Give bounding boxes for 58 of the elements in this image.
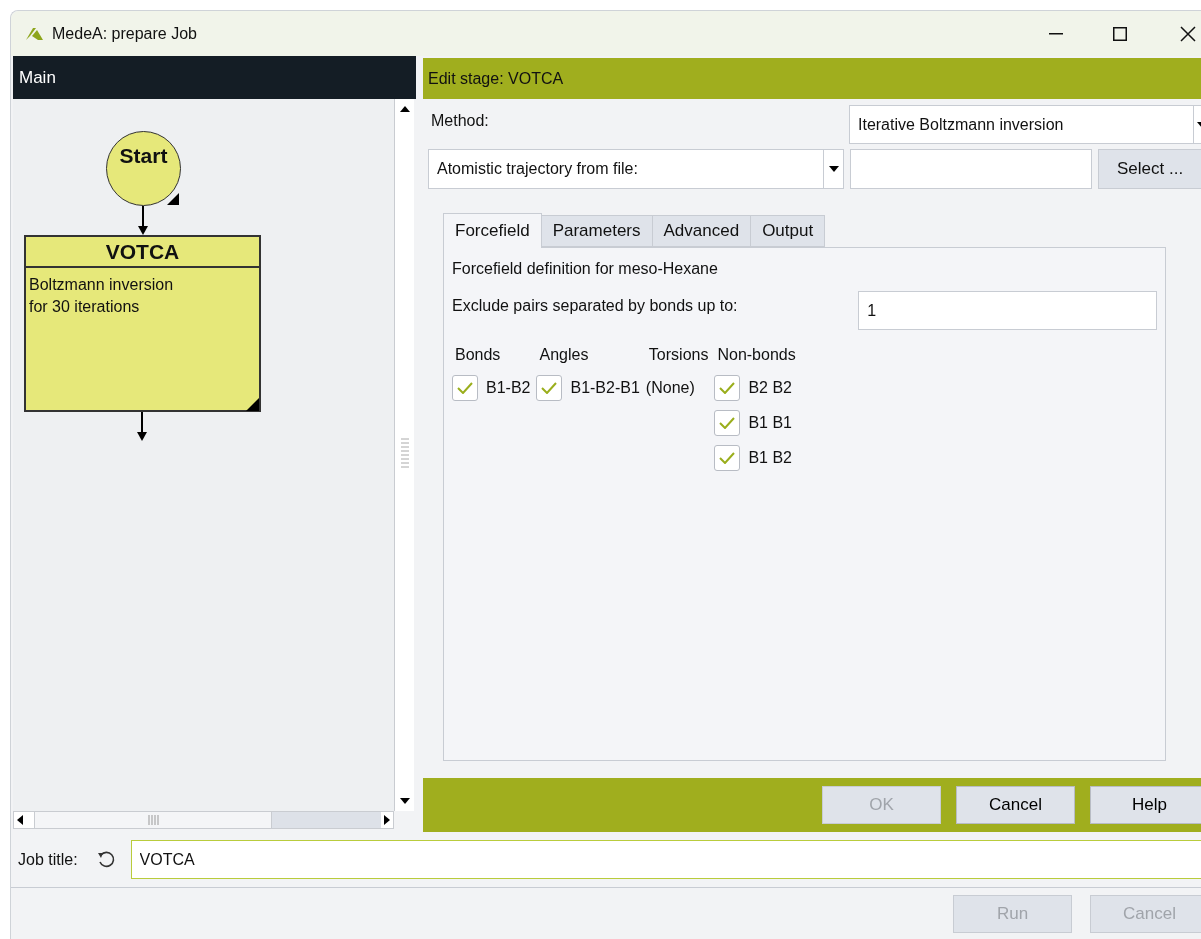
checkbox[interactable] bbox=[536, 375, 563, 401]
select-button[interactable]: Select ... bbox=[1098, 149, 1201, 189]
method-dropdown[interactable]: Iterative Boltzmann inversion bbox=[849, 105, 1201, 144]
node-label: Start bbox=[118, 143, 169, 169]
maximize-icon[interactable] bbox=[1113, 26, 1127, 41]
window-title: MedeA: prepare Job bbox=[52, 23, 197, 44]
scroll-grip-icon bbox=[147, 814, 159, 826]
node-title: VOTCA bbox=[105, 238, 180, 265]
file-path-field[interactable] bbox=[850, 149, 1092, 189]
caret-icon bbox=[828, 166, 839, 172]
action-button[interactable]: Help bbox=[1090, 786, 1201, 824]
close-icon[interactable] bbox=[1180, 25, 1196, 42]
check-icon bbox=[719, 417, 736, 429]
checkbox-label: B1 B2 bbox=[748, 448, 792, 468]
action-button[interactable]: Cancel bbox=[956, 786, 1075, 824]
corner-icon bbox=[167, 193, 179, 205]
tab[interactable]: Forcefield bbox=[443, 213, 542, 248]
reset-icon[interactable] bbox=[96, 850, 115, 869]
forcefield-heading: Forcefield definition for meso-Hexane bbox=[452, 259, 719, 279]
source-dropdown[interactable]: Atomistic trajectory from file: bbox=[428, 149, 844, 189]
job-title-label: Job title: bbox=[18, 849, 78, 870]
node-description: Boltzmann inversion for 30 iterations bbox=[28, 275, 175, 317]
app-logo-icon bbox=[24, 25, 44, 42]
checkbox-label: B1-B2 bbox=[486, 378, 531, 398]
exclude-label: Exclude pairs separated by bonds up to: bbox=[452, 296, 739, 316]
start-node[interactable]: Start bbox=[106, 131, 181, 206]
checkbox-label: B2 B2 bbox=[748, 378, 792, 398]
minimize-icon[interactable] bbox=[1049, 32, 1063, 35]
check-icon bbox=[457, 382, 473, 394]
panel-title: Main bbox=[19, 66, 56, 89]
horizontal-scrollbar[interactable] bbox=[13, 811, 394, 829]
job-title-field[interactable]: VOTCA bbox=[130, 840, 1201, 879]
checkbox[interactable] bbox=[452, 375, 478, 401]
check-icon bbox=[541, 382, 558, 394]
group-heading: Non-bonds bbox=[716, 345, 796, 365]
corner-icon bbox=[246, 398, 259, 411]
tab[interactable]: Parameters bbox=[541, 215, 653, 247]
checkbox[interactable] bbox=[714, 410, 741, 436]
tab[interactable]: Advanced bbox=[652, 215, 752, 247]
check-icon bbox=[719, 382, 736, 394]
method-label: Method: bbox=[431, 111, 490, 131]
vertical-scrollbar[interactable] bbox=[394, 99, 414, 811]
editor-title: Edit stage: VOTCA bbox=[428, 68, 564, 89]
checkbox[interactable] bbox=[714, 375, 741, 401]
group-heading: Angles bbox=[538, 345, 590, 365]
stage-node[interactable]: VOTCA Boltzmann inversion for 30 iterations bbox=[24, 235, 261, 412]
arrow-connector bbox=[136, 412, 148, 441]
group-heading: Torsions bbox=[647, 345, 709, 365]
arrow-connector bbox=[137, 206, 149, 235]
group-heading: Bonds bbox=[454, 345, 502, 365]
exclude-field[interactable]: 1 bbox=[858, 291, 1157, 330]
scroll-thumb[interactable] bbox=[34, 812, 272, 828]
checkbox-label: B1 B1 bbox=[748, 413, 792, 433]
tab[interactable]: Output bbox=[751, 215, 826, 247]
checkbox[interactable] bbox=[714, 445, 741, 471]
checkbox-label: B1-B2-B1 bbox=[570, 378, 640, 398]
none-text: (None) bbox=[645, 378, 696, 398]
check-icon bbox=[719, 452, 736, 464]
